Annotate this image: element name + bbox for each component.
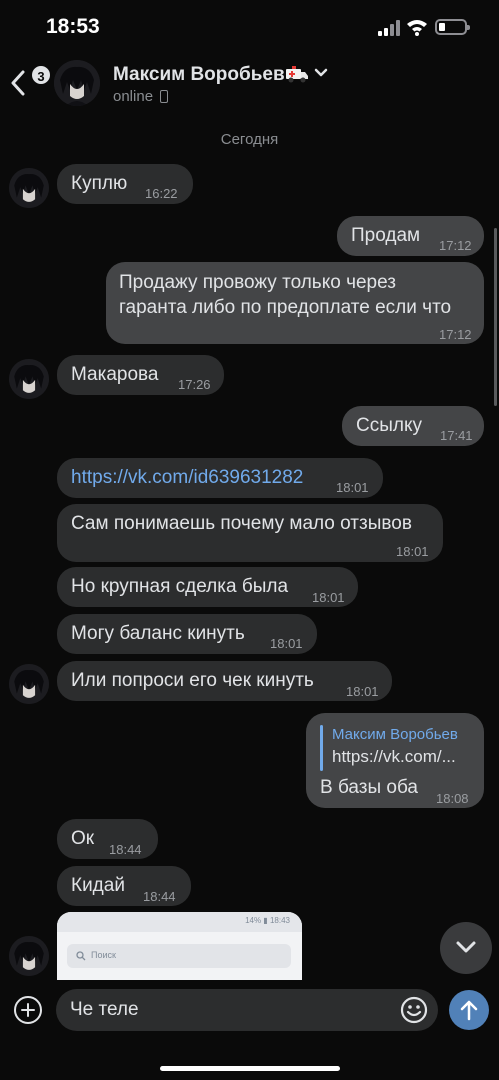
- message-time: 17:12: [439, 238, 472, 253]
- screenshot-search-placeholder: Поиск: [91, 950, 116, 960]
- cellular-signal-icon: [378, 20, 400, 36]
- ambulance-emoji-icon: [286, 66, 308, 83]
- message-time: 18:08: [436, 791, 469, 806]
- message-input[interactable]: Че теле: [56, 989, 438, 1031]
- message-outgoing-reply[interactable]: Максим Воробьев https://vk.com/... В баз…: [306, 713, 484, 808]
- message-text-line-1: Продажу провожу только через: [119, 272, 396, 293]
- message-text: Но крупная сделка была: [71, 576, 289, 597]
- message-time: 18:01: [270, 636, 303, 651]
- message-time: 17:41: [440, 428, 473, 443]
- wifi-icon: [407, 20, 427, 36]
- online-status: online: [113, 88, 154, 105]
- screenshot-status-bar: 14% ▮ 18:43: [57, 912, 302, 932]
- message-incoming[interactable]: Ок 18:44: [57, 819, 158, 859]
- clock: 18:53: [46, 15, 100, 38]
- message-text: Кидай: [71, 875, 125, 896]
- message-incoming[interactable]: https://vk.com/id639631282 18:01: [57, 458, 383, 498]
- message-text: В базы оба: [320, 777, 418, 798]
- message-text: Сам понимаешь почему мало отзывов: [71, 513, 412, 534]
- message-incoming[interactable]: Куплю 16:22: [57, 164, 193, 204]
- screenshot-search-field: Поиск: [67, 944, 291, 968]
- chevron-left-icon: [11, 70, 25, 96]
- message-time: 16:22: [145, 186, 178, 201]
- attach-button[interactable]: [14, 996, 42, 1024]
- message-text: Ок: [71, 828, 95, 849]
- scrollbar-thumb[interactable]: [494, 228, 497, 406]
- sender-avatar[interactable]: [9, 936, 49, 976]
- message-incoming[interactable]: Могу баланс кинуть 18:01: [57, 614, 317, 654]
- message-outgoing[interactable]: Продажу провожу только через гаранта либ…: [106, 262, 484, 344]
- message-incoming[interactable]: Сам понимаешь почему мало отзывов 18:01: [57, 504, 443, 562]
- plus-icon: [21, 1003, 35, 1017]
- sender-avatar[interactable]: [9, 664, 49, 704]
- message-time: 18:01: [396, 544, 429, 559]
- emoji-icon[interactable]: [399, 995, 429, 1025]
- message-text-line-2: гаранта либо по предоплате если что: [119, 297, 452, 318]
- reply-text[interactable]: https://vk.com/...: [332, 745, 456, 769]
- status-bar: 18:53: [0, 0, 499, 50]
- message-text: Макарова: [71, 364, 159, 385]
- message-time: 17:12: [439, 327, 472, 342]
- search-icon: [76, 951, 86, 961]
- message-time: 18:44: [143, 889, 176, 904]
- chevron-down-icon: [456, 941, 476, 953]
- date-separator: Сегодня: [220, 131, 279, 148]
- message-text: Продам: [351, 225, 421, 246]
- mobile-phone-icon: [160, 90, 168, 103]
- message-incoming[interactable]: Но крупная сделка была 18:01: [57, 567, 358, 607]
- message-incoming[interactable]: Макарова 17:26: [57, 355, 224, 395]
- message-time: 18:01: [336, 480, 369, 495]
- message-text: Или попроси его чек кинуть: [71, 670, 314, 691]
- message-text: Куплю: [71, 173, 128, 194]
- contact-name[interactable]: Максим Воробьев: [113, 64, 285, 86]
- sender-avatar[interactable]: [9, 359, 49, 399]
- message-text: Ссылку: [356, 415, 422, 436]
- message-link[interactable]: https://vk.com/id639631282: [71, 466, 303, 490]
- reply-author[interactable]: Максим Воробьев: [332, 723, 458, 747]
- message-input-value: Че теле: [70, 999, 139, 1020]
- message-time: 18:01: [346, 684, 379, 699]
- photo-attachment[interactable]: 14% ▮ 18:43 Поиск: [57, 912, 302, 980]
- reply-quote-bar: [320, 725, 323, 771]
- message-incoming[interactable]: Кидай 18:44: [57, 866, 191, 906]
- message-time: 18:44: [109, 842, 142, 857]
- send-button[interactable]: [449, 990, 489, 1030]
- contact-avatar[interactable]: [54, 60, 100, 106]
- sender-avatar[interactable]: [9, 168, 49, 208]
- message-time: 18:01: [312, 590, 345, 605]
- battery-icon: [435, 19, 470, 35]
- chevron-down-icon[interactable]: [314, 68, 328, 78]
- message-outgoing[interactable]: Продам 17:12: [337, 216, 484, 256]
- unread-count-badge: 3: [30, 64, 52, 86]
- back-button[interactable]: 3: [10, 64, 52, 104]
- home-indicator: [160, 1066, 340, 1071]
- message-time: 17:26: [178, 377, 211, 392]
- screenshot-status-text: 14% ▮ 18:43: [245, 916, 290, 925]
- chat-header: 3 Максим Воробьев online: [0, 50, 499, 112]
- message-incoming[interactable]: Или попроси его чек кинуть 18:01: [57, 661, 392, 701]
- scroll-to-bottom-button[interactable]: [440, 922, 492, 974]
- arrow-up-icon: [460, 1000, 478, 1021]
- message-text: Могу баланс кинуть: [71, 623, 245, 644]
- message-outgoing[interactable]: Ссылку 17:41: [342, 406, 484, 446]
